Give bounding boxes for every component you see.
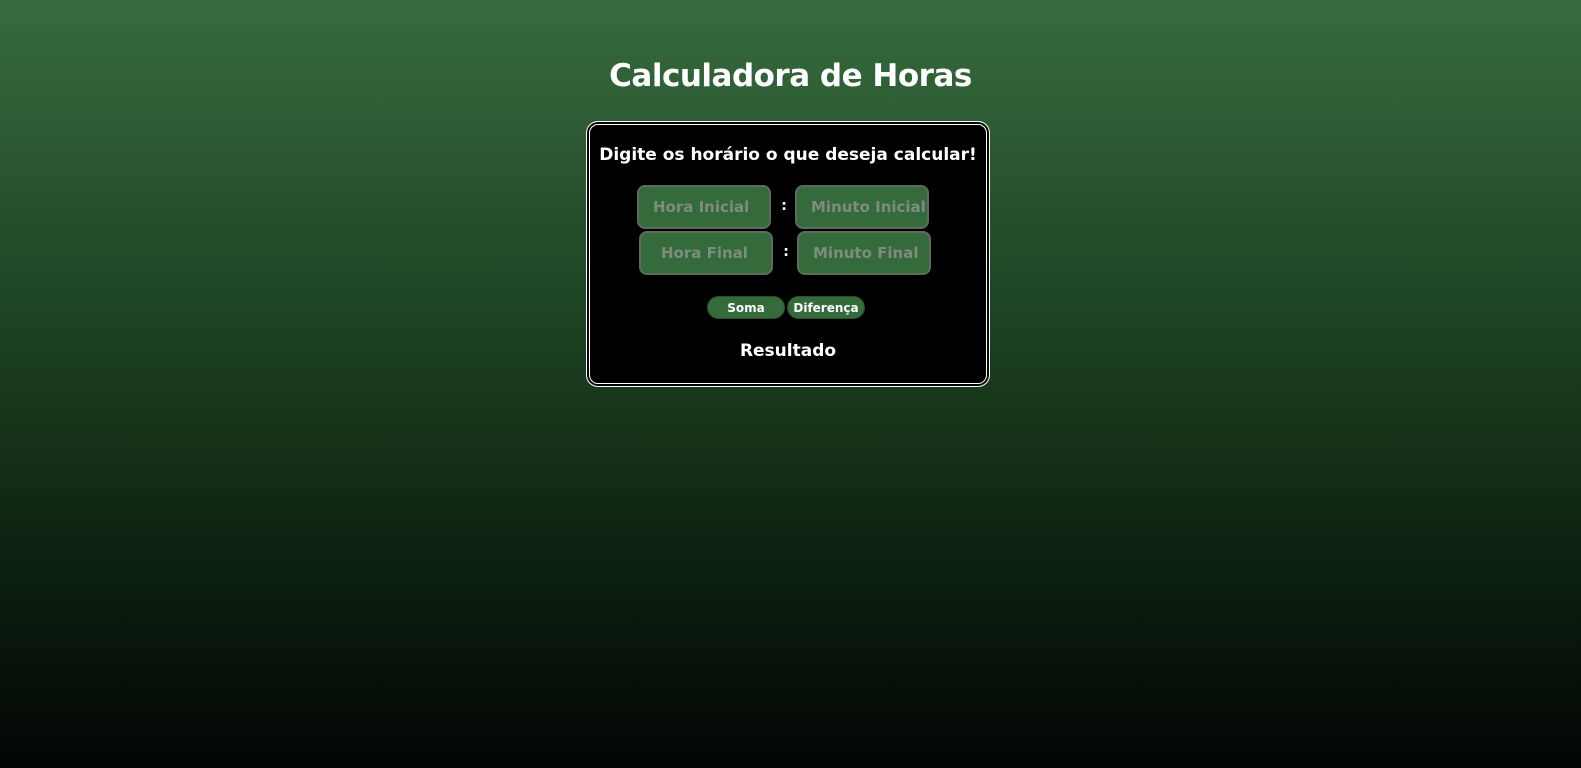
time-separator: : — [781, 198, 787, 214]
minuto-final-input[interactable] — [797, 231, 931, 275]
diferenca-button[interactable]: Diferença — [787, 296, 865, 319]
minuto-inicial-input[interactable] — [795, 185, 929, 229]
page-title: Calculadora de Horas — [609, 58, 972, 94]
soma-button[interactable]: Soma — [707, 296, 785, 319]
time-separator: : — [783, 244, 789, 260]
hora-inicial-input[interactable] — [637, 185, 771, 229]
calculator-card: Digite os horário o que deseja calcular!… — [589, 124, 987, 384]
hora-final-input[interactable] — [639, 231, 773, 275]
result-label: Resultado — [739, 341, 837, 361]
card-subtitle: Digite os horário o que deseja calcular! — [599, 145, 977, 165]
